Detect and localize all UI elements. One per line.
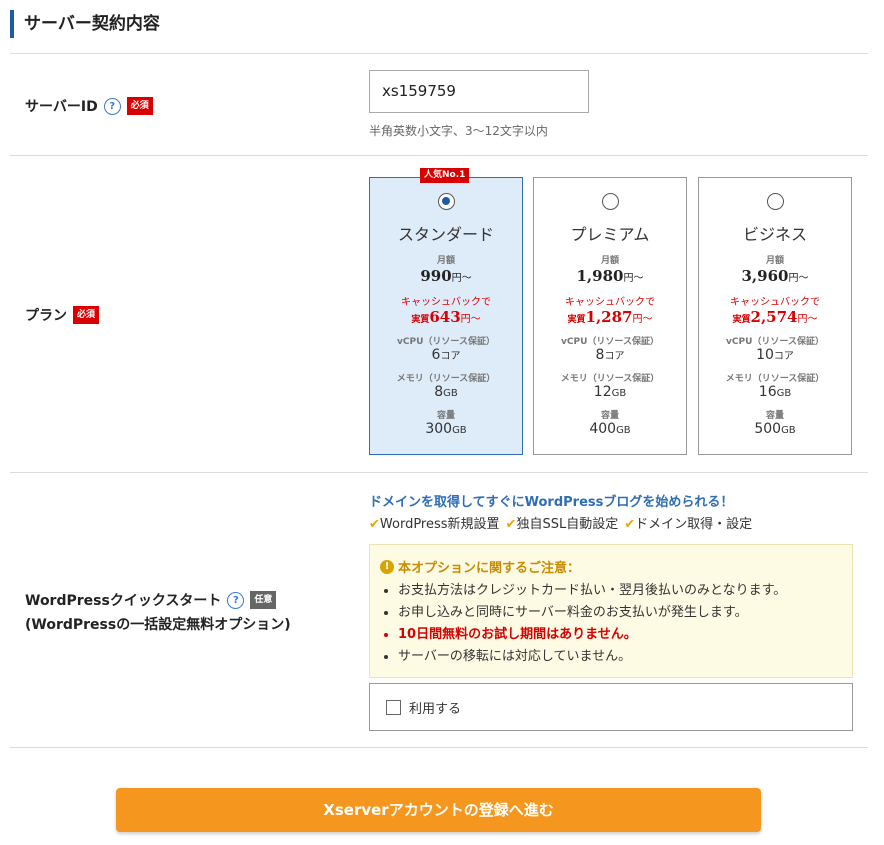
required-badge: 必須 — [126, 97, 153, 115]
feature-item: ✔独自SSL自動設定 — [505, 517, 619, 532]
notice-item: お支払方法はクレジットカード払い・翌月後払いのみとなります。 — [398, 580, 842, 602]
effective-price: 実質643円～ — [411, 308, 481, 326]
monthly-label: 月額 — [600, 256, 619, 266]
cashback-label: キャッシュバックで — [401, 297, 491, 308]
monthly-label: 月額 — [765, 256, 784, 266]
storage-value: 400GB — [589, 421, 631, 437]
storage-value: 300GB — [425, 421, 467, 437]
required-badge: 必須 — [73, 306, 100, 324]
vcpu-label: vCPU（リソース保証） — [397, 337, 495, 347]
effective-price: 実質2,574円～ — [732, 308, 818, 326]
notice-box: ! 本オプションに関するご注意： お支払方法はクレジットカード払い・翌月後払いの… — [369, 544, 853, 678]
plan-radio-standard[interactable] — [437, 193, 455, 210]
plan-label: プラン — [25, 308, 67, 324]
memory-value: 16GB — [758, 384, 792, 400]
optional-badge: 任意 — [250, 591, 277, 609]
divider — [10, 155, 868, 156]
notice-item: 10日間無料のお試し期間はありません。 — [398, 624, 842, 646]
plan-price: 3,960円～ — [741, 267, 809, 285]
divider — [10, 747, 868, 748]
plan-price: 990円～ — [420, 267, 472, 285]
use-option-checkbox-row[interactable]: 利用する — [369, 683, 853, 731]
memory-label: メモリ（リソース保証） — [725, 374, 825, 384]
submit-button[interactable]: Xserverアカウントの登録へ進む — [116, 788, 761, 832]
check-icon: ✔ — [369, 517, 380, 532]
divider — [10, 53, 868, 54]
vcpu-label: vCPU（リソース保証） — [726, 337, 824, 347]
plan-price: 1,980円～ — [576, 267, 644, 285]
monthly-label: 月額 — [436, 256, 455, 266]
popular-badge: 人気No.1 — [420, 168, 470, 183]
notice-item: お申し込みと同時にサーバー料金のお支払いが発生します。 — [398, 602, 842, 624]
memory-value: 12GB — [593, 384, 627, 400]
plan-radio-premium[interactable] — [601, 193, 619, 210]
check-icon: ✔ — [505, 517, 517, 532]
wordpress-label-line: WordPressクイックスタート ? 任意 — [25, 590, 277, 610]
notice-item: サーバーの移転には対応していません。 — [398, 646, 842, 668]
server-id-help: 半角英数小文字、3～12文字以内 — [369, 124, 548, 138]
storage-label: 容量 — [436, 411, 455, 421]
plan-card-standard[interactable]: スタンダード 月額 990円～ キャッシュバックで 実質643円～ vCPU（リ… — [369, 177, 523, 455]
plan-card-premium[interactable]: プレミアム 月額 1,980円～ キャッシュバックで 実質1,287円～ vCP… — [533, 177, 687, 455]
vcpu-value: 8コア — [595, 347, 625, 363]
section-title: サーバー契約内容 — [10, 10, 160, 38]
wordpress-label-row: WordPressクイックスタート ? 任意 (WordPressの一括設定無料… — [25, 590, 291, 634]
check-icon: ✔ — [624, 517, 636, 532]
memory-label: メモリ（リソース保証） — [396, 374, 496, 384]
plan-name: ビジネス — [742, 225, 807, 244]
memory-label: メモリ（リソース保証） — [560, 374, 660, 384]
plan-radio-business[interactable] — [766, 193, 784, 210]
wordpress-lead: ドメインを取得してすぐにWordPressブログを始められる！ — [369, 495, 734, 510]
plan-label-row: プラン 必須 — [25, 305, 100, 325]
plan-name: スタンダード — [397, 225, 494, 244]
notice-title: 本オプションに関するご注意： — [398, 561, 581, 576]
notice-list: お支払方法はクレジットカード払い・翌月後払いのみとなります。 お申し込みと同時に… — [380, 580, 842, 668]
contract-form: サーバー契約内容 サーバーID ? 必須 xs159759 半角英数小文字、3～… — [0, 0, 884, 845]
wordpress-features: ✔WordPress新規設置 ✔独自SSL自動設定 ✔ドメイン取得・設定 — [369, 513, 752, 532]
use-option-label: 利用する — [409, 701, 462, 717]
vcpu-label: vCPU（リソース保証） — [561, 337, 659, 347]
feature-item: ✔WordPress新規設置 — [369, 517, 500, 532]
plan-name: プレミアム — [570, 225, 650, 244]
notice-title-row: ! 本オプションに関するご注意： — [380, 557, 842, 576]
storage-value: 500GB — [754, 421, 796, 437]
warning-icon: ! — [380, 559, 394, 574]
divider — [10, 472, 868, 473]
plan-card-business[interactable]: ビジネス 月額 3,960円～ キャッシュバックで 実質2,574円～ vCPU… — [698, 177, 852, 455]
storage-label: 容量 — [765, 411, 784, 421]
wordpress-label: WordPressクイックスタート — [25, 593, 222, 609]
server-id-label: サーバーID — [25, 99, 98, 115]
vcpu-value: 10コア — [756, 347, 794, 363]
server-id-input[interactable]: xs159759 — [369, 70, 589, 113]
vcpu-value: 6コア — [431, 347, 461, 363]
storage-label: 容量 — [600, 411, 619, 421]
memory-value: 8GB — [434, 384, 458, 400]
cashback-label: キャッシュバックで — [565, 297, 655, 308]
server-id-label-row: サーバーID ? 必須 — [25, 96, 153, 116]
wordpress-label-sub: (WordPressの一括設定無料オプション) — [25, 617, 291, 633]
use-option-checkbox[interactable] — [386, 699, 401, 715]
help-icon[interactable]: ? — [227, 591, 245, 609]
help-icon[interactable]: ? — [103, 97, 121, 115]
cashback-label: キャッシュバックで — [730, 297, 820, 308]
feature-item: ✔ドメイン取得・設定 — [624, 517, 753, 532]
effective-price: 実質1,287円～ — [567, 308, 653, 326]
